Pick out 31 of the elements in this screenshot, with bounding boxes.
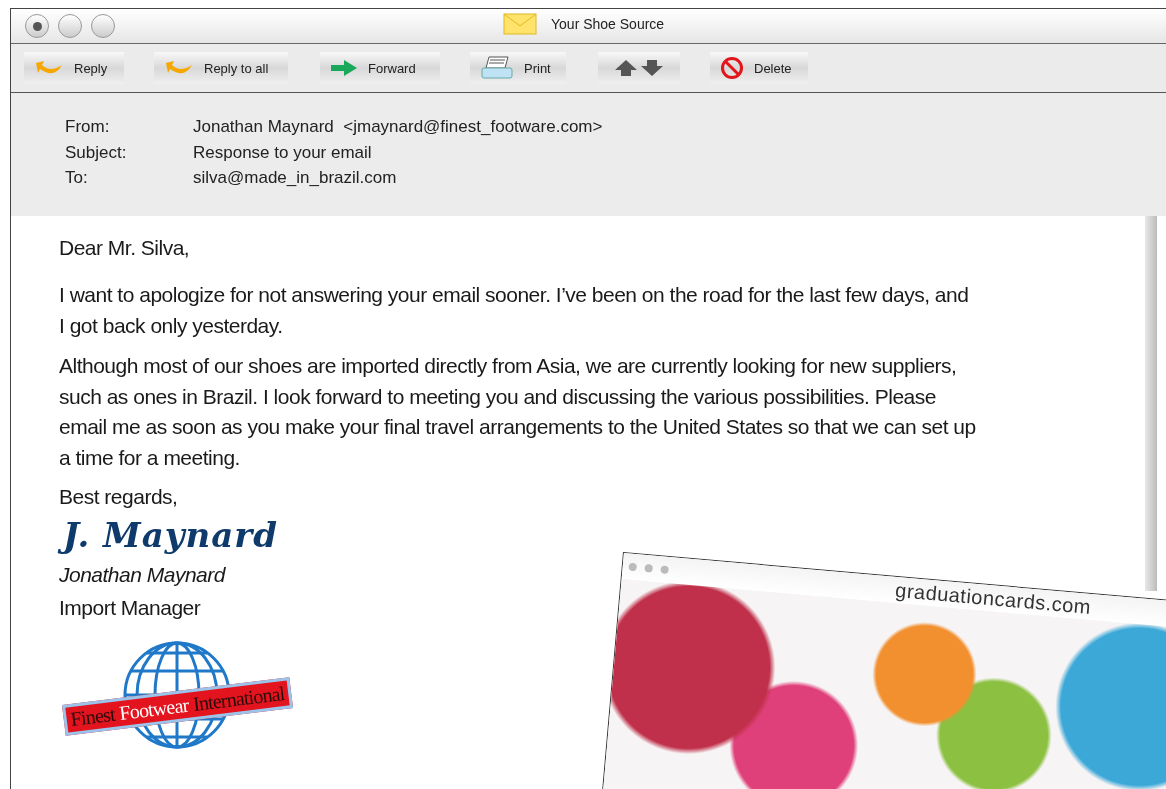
window-title: Your Shoe Source — [551, 16, 665, 32]
header-value: Jonathan Maynard <jmaynard@finest_footware.com> — [193, 117, 603, 138]
envelope-icon — [503, 13, 537, 35]
paragraph: I want to apologize for not answering your email sooner. I’ve been on the road for the last few days, and I got back only yesterday. — [59, 282, 970, 339]
prohibited-icon — [720, 56, 744, 80]
printer-icon — [480, 56, 514, 80]
sender-name: Jonathan Maynard — [59, 562, 225, 588]
logo-text: Finest — [69, 702, 116, 731]
toolbar-button[interactable]: Reply — [24, 52, 124, 84]
site-address: graduationcards.com — [894, 578, 1092, 619]
toolbar-button[interactable]: Reply to all — [154, 52, 288, 84]
header-label: To: — [65, 168, 89, 189]
header-value: Response to your email — [193, 142, 372, 164]
right-arrow-icon — [330, 59, 358, 77]
signature: J. Maynard — [59, 511, 282, 559]
window-control-button[interactable] — [25, 14, 49, 38]
scrollbar[interactable] — [1145, 216, 1157, 591]
toolbar-button[interactable]: Delete — [710, 52, 808, 84]
logo-text: International — [191, 682, 286, 716]
paragraph: Although most of our shoes are imported directly from Asia, we are currently looking for new suppliers, such as ones in Brazil. I look forward to meeting you and discussing the various possibilities. Please email me as soon as you make your final travel arrangements to the United States so that we can set up a time for a meeting. — [59, 353, 977, 471]
greeting-text: Dear Mr. Silva, — [59, 236, 191, 260]
closing-text: Best regards, — [59, 484, 179, 510]
logo-text: Footwear — [118, 693, 190, 726]
header-value: silva@made_in_brazil.com — [193, 168, 397, 189]
header-label: Subject: — [65, 142, 128, 164]
toolbar-button[interactable]: Forward — [320, 52, 440, 84]
toolbar-button[interactable] — [598, 52, 680, 84]
toolbar-button[interactable]: Print — [470, 52, 566, 84]
sender-role: Import Manager — [59, 595, 201, 621]
header-label: From: — [65, 117, 111, 138]
up-down-arrows-icon — [614, 59, 664, 77]
